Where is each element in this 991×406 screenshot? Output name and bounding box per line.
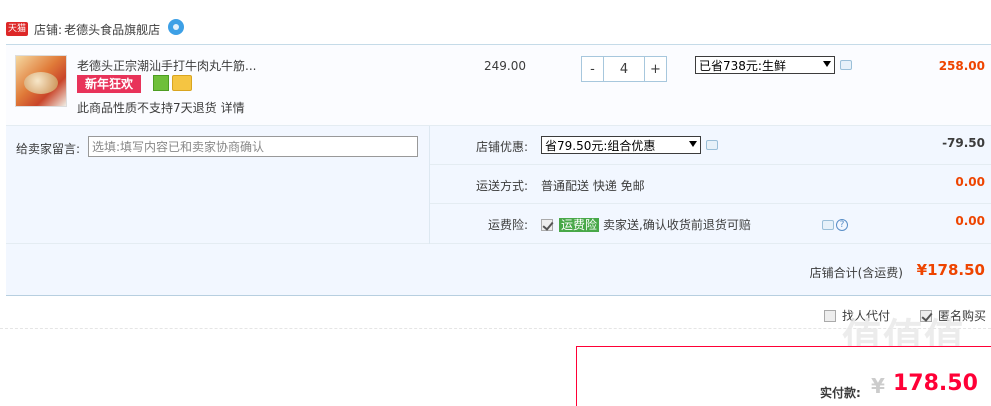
shop-label: 店铺:	[34, 22, 63, 37]
quantity-input[interactable]	[604, 57, 644, 81]
seller-message-panel: 给卖家留言: 选填:填写内容已和卖家协商确认	[6, 126, 430, 244]
chevron-down-icon	[689, 141, 697, 147]
shop-total-value: ¥178.50	[916, 261, 985, 279]
message-icon[interactable]	[822, 220, 834, 230]
quantity-decrease-button[interactable]: -	[582, 57, 604, 81]
chat-icon[interactable]	[168, 19, 185, 35]
return-note-text: 此商品性质不支持7天退货	[77, 101, 217, 115]
return-policy-note: 此商品性质不支持7天退货 详情	[77, 99, 245, 116]
service-guarantee-icon	[153, 75, 169, 91]
payment-summary: 实付款: ¥ 178.50	[576, 346, 991, 406]
help-icon[interactable]: ?	[836, 219, 848, 231]
credit-card-icon	[172, 75, 192, 91]
shop-coupon-value-text: 省79.50元:组合优惠	[545, 138, 656, 153]
anonymous-purchase-option[interactable]: 匿名购买	[920, 307, 986, 324]
proxy-pay-option[interactable]: 找人代付	[824, 307, 890, 324]
item-discount-value: 已省738元:生鲜	[699, 58, 786, 73]
detail-link[interactable]: 详情	[221, 101, 245, 115]
shipping-fee: 0.00	[955, 175, 985, 189]
shop-header: 天猫 店铺: 老德头食品旗舰店	[0, 14, 991, 44]
shop-coupon-select[interactable]: 省79.50元:组合优惠	[541, 136, 701, 154]
message-icon[interactable]	[840, 60, 852, 70]
anonymous-purchase-label: 匿名购买	[938, 309, 987, 323]
product-title-link[interactable]: 老德头正宗潮汕手打牛肉丸牛筋...	[77, 57, 256, 74]
shop-total: 店铺合计(含运费) ¥178.50	[6, 244, 991, 296]
item-discount-select[interactable]: 已省738元:生鲜	[695, 56, 835, 74]
insurance-checkbox[interactable]	[541, 219, 553, 231]
order-item: 老德头正宗潮汕手打牛肉丸牛筋... 新年狂欢 此商品性质不支持7天退货 详情 24…	[6, 44, 991, 126]
shipping-insurance-label: 运费险:	[487, 218, 528, 232]
item-total-price: 258.00	[938, 59, 985, 73]
payment-currency: ¥	[871, 374, 885, 398]
quantity-increase-button[interactable]: +	[644, 57, 666, 81]
unit-price: 249.00	[484, 59, 526, 73]
proxy-pay-checkbox[interactable]	[824, 309, 836, 322]
product-thumbnail[interactable]	[15, 55, 67, 107]
insurance-text: 卖家送,确认收货前退货可赔	[603, 218, 751, 232]
payment-label: 实付款:	[820, 386, 861, 400]
shipping-insurance-row: 运费险: 运费险 卖家送,确认收货前退货可赔 ? 0.00	[430, 204, 991, 243]
shop-coupon-label: 店铺优惠:	[475, 140, 528, 154]
quantity-stepper: - +	[581, 56, 667, 82]
shipping-insurance-info: 运费险 卖家送,确认收货前退货可赔	[541, 216, 751, 233]
shop-coupon-row: 店铺优惠: 省79.50元:组合优惠 -79.50	[430, 126, 991, 165]
shipping-method: 普通配送 快递 免邮	[541, 179, 645, 193]
seller-message-label: 给卖家留言:	[16, 142, 81, 156]
shipping-row: 运送方式: 普通配送 快递 免邮 0.00	[430, 165, 991, 204]
promo-tag: 新年狂欢	[77, 75, 142, 93]
payment-amount: 178.50	[893, 371, 978, 396]
shop-coupon-amount: -79.50	[942, 136, 985, 150]
shipping-insurance-fee: 0.00	[955, 214, 985, 228]
shipping-label: 运送方式:	[475, 179, 528, 193]
chevron-down-icon	[823, 61, 831, 67]
anonymous-purchase-checkbox[interactable]	[920, 309, 932, 322]
extra-options: 找人代付 匿名购买	[0, 305, 991, 329]
order-options: 给卖家留言: 选填:填写内容已和卖家协商确认 店铺优惠: 省79.50元:组合优…	[6, 126, 991, 244]
seller-message-input[interactable]: 选填:填写内容已和卖家协商确认	[88, 136, 418, 157]
message-icon[interactable]	[706, 140, 718, 150]
proxy-pay-label: 找人代付	[842, 309, 891, 323]
tmall-badge: 天猫	[6, 22, 29, 36]
shop-total-label: 店铺合计(含运费)	[809, 266, 903, 280]
insurance-badge: 运费险	[559, 218, 600, 232]
shop-name-link[interactable]: 老德头食品旗舰店	[64, 21, 160, 38]
